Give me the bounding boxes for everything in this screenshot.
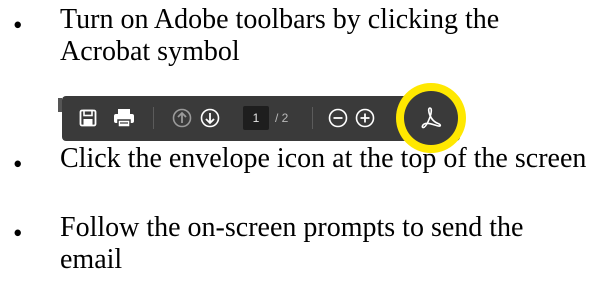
page-down-icon[interactable] [200, 108, 220, 128]
page-up-icon[interactable] [172, 108, 192, 128]
bullet-marker: • [13, 218, 23, 248]
zoom-in-icon[interactable] [355, 108, 375, 128]
print-icon[interactable] [113, 108, 135, 128]
bullet-marker: • [13, 149, 23, 179]
save-icon[interactable] [79, 109, 97, 127]
page-total-label: / 2 [275, 111, 289, 125]
acrobat-icon [419, 106, 443, 130]
toolbar-separator [312, 107, 313, 129]
bullet-marker: • [13, 10, 23, 40]
current-page-input[interactable]: 1 [243, 106, 269, 130]
zoom-out-icon[interactable] [328, 108, 348, 128]
instruction-follow-prompts: Follow the on-screen prompts to send the… [60, 212, 524, 275]
toolbar-separator [153, 107, 154, 129]
acrobat-button[interactable] [404, 91, 458, 145]
instruction-turn-on-toolbars: Turn on Adobe toolbars by clicking the A… [60, 4, 500, 67]
instruction-click-envelope: Click the envelope icon at the top of th… [60, 143, 587, 174]
